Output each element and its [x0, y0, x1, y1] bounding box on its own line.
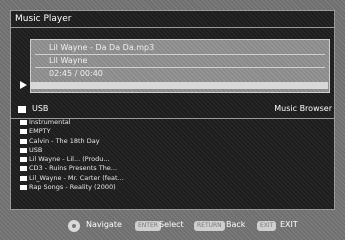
file-name: Instrumental — [29, 118, 71, 126]
navigate-icon — [68, 220, 80, 232]
back-label: Back — [226, 220, 246, 229]
window-title: Music Player — [15, 14, 72, 24]
file-name: CD3 - Ruins Presents The... — [29, 164, 118, 173]
progress-fill — [30, 82, 328, 89]
music-browser-label: Music Browser — [274, 104, 332, 113]
list-item[interactable]: Rap Songs - Reality (2000) — [20, 183, 320, 192]
file-name: Lil Wayne - Lil... (Produ... — [29, 155, 110, 164]
list-item[interactable]: CD3 - Ruins Presents The... — [20, 164, 320, 173]
folder-icon — [20, 138, 27, 144]
progress-bar[interactable] — [30, 82, 328, 89]
folder-icon — [20, 147, 27, 153]
return-key[interactable]: RETURN — [194, 221, 225, 231]
folder-icon — [20, 120, 27, 125]
file-name: Lil_Wayne - Mr. Carter (feat... — [29, 173, 124, 182]
footer-bar: Navigate ENTER Select RETURN Back EXIT E… — [0, 214, 345, 240]
list-item[interactable]: Lil_Wayne - Mr. Carter (feat... — [20, 174, 320, 183]
play-icon[interactable] — [20, 81, 27, 89]
file-name: EMPTY — [29, 127, 51, 136]
select-label: Select — [159, 220, 184, 229]
audio-file-icon — [20, 157, 27, 163]
audio-file-icon — [20, 175, 27, 181]
file-name: Calvin - The 18th Day — [29, 136, 100, 145]
list-item[interactable]: Instrumental — [20, 118, 320, 127]
list-item[interactable]: USB — [20, 146, 320, 155]
list-item[interactable]: EMPTY — [20, 127, 320, 136]
audio-file-icon — [20, 185, 27, 191]
list-item[interactable]: Lil Wayne - Lil... (Produ... — [20, 155, 320, 164]
usb-label: USB — [32, 104, 49, 113]
progress-row — [20, 81, 328, 91]
folder-icon — [20, 129, 27, 135]
time-readout: 02:45 / 00:40 — [49, 69, 103, 78]
exit-key[interactable]: EXIT — [257, 221, 277, 231]
file-list: Instrumental EMPTY Calvin - The 18th Day… — [20, 118, 320, 192]
list-item[interactable]: Calvin - The 18th Day — [20, 137, 320, 146]
usb-folder-icon — [18, 106, 26, 113]
title-bar: Music Player — [10, 13, 335, 28]
audio-file-icon — [20, 166, 27, 172]
artist-name: Lil Wayne — [49, 56, 88, 65]
navigate-label: Navigate — [86, 220, 122, 229]
enter-key[interactable]: ENTER — [135, 221, 161, 231]
file-name: USB — [29, 145, 43, 154]
exit-label: EXIT — [280, 220, 298, 229]
browser-header: USB Music Browser — [10, 104, 335, 116]
track-name: Lil Wayne - Da Da Da.mp3 — [49, 43, 155, 52]
file-name: Rap Songs - Reality (2000) — [29, 183, 116, 192]
